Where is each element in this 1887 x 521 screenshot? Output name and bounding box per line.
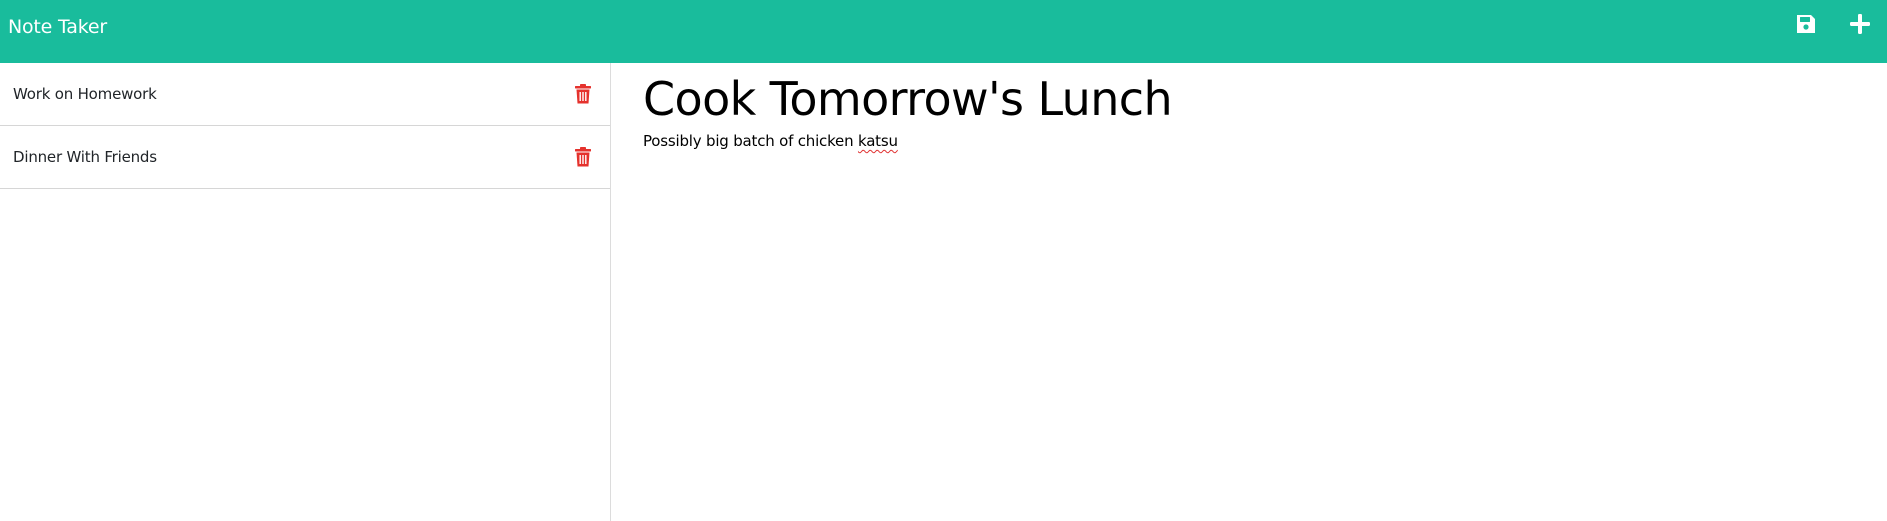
list-item[interactable]: Dinner With Friends <box>0 126 610 189</box>
misspelled-word: katsu <box>857 131 898 150</box>
navbar-actions <box>1779 0 1887 55</box>
new-note-button[interactable] <box>1833 4 1887 44</box>
save-icon <box>1795 13 1817 35</box>
app-brand[interactable]: Note Taker <box>8 18 107 37</box>
notes-list: Work on Homework Dinner With Friends <box>0 63 611 521</box>
note-item-title: Dinner With Friends <box>13 148 157 166</box>
list-item[interactable]: Work on Homework <box>0 63 610 126</box>
note-editor: Cook Tomorrow's Lunch Possibly big batch… <box>611 63 1887 521</box>
trash-icon[interactable] <box>574 83 592 105</box>
note-body-text: Possibly big batch of chicken <box>643 131 858 150</box>
note-text-area[interactable]: Possibly big batch of chicken katsu <box>643 132 1855 150</box>
note-item-title: Work on Homework <box>13 85 157 103</box>
trash-icon[interactable] <box>574 146 592 168</box>
navbar: Note Taker <box>0 0 1887 63</box>
note-title-input[interactable]: Cook Tomorrow's Lunch <box>643 73 1855 126</box>
plus-icon <box>1849 13 1871 35</box>
save-note-button[interactable] <box>1779 4 1833 44</box>
